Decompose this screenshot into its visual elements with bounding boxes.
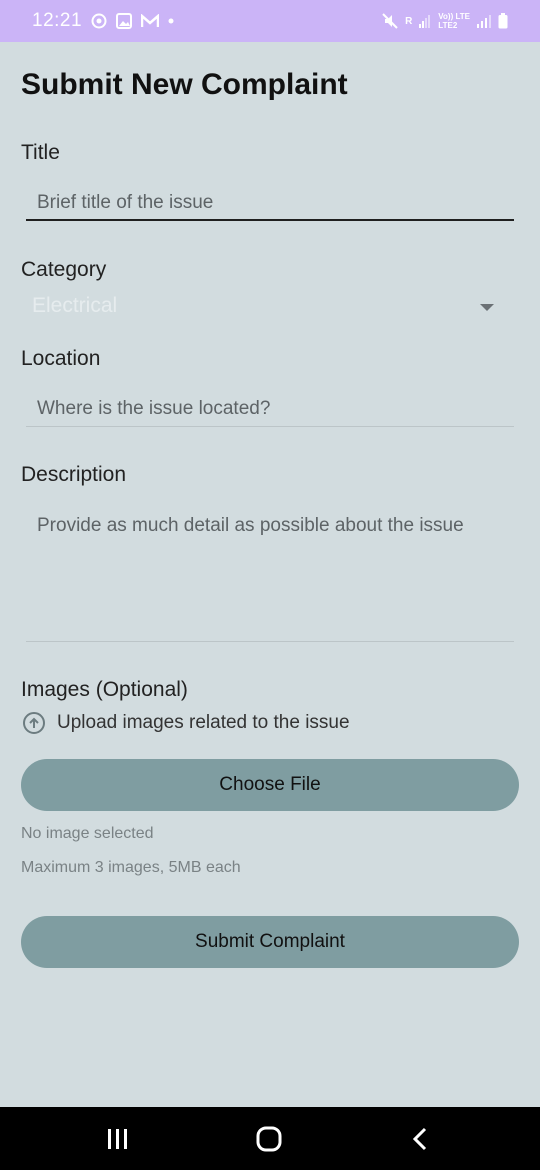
description-textarea[interactable] xyxy=(26,504,514,642)
upload-hint-row: Upload images related to the issue xyxy=(23,712,350,734)
battery-icon xyxy=(498,13,508,29)
sim-letter: R xyxy=(405,15,413,27)
location-input[interactable] xyxy=(26,392,514,427)
mute-icon xyxy=(382,13,398,29)
status-time: 12:21 xyxy=(32,10,83,31)
title-label: Title xyxy=(21,141,60,164)
no-image-text: No image selected xyxy=(21,825,154,842)
signal-icon-2 xyxy=(477,14,491,28)
category-label: Category xyxy=(21,258,107,281)
status-bar: 12:21 R Vo)) LTE LTE2 xyxy=(0,0,540,42)
signal-icon xyxy=(419,14,431,28)
description-label: Description xyxy=(21,463,127,486)
page-title: Submit New Complaint xyxy=(21,68,348,101)
category-value: Electrical xyxy=(32,294,118,317)
back-icon[interactable] xyxy=(380,1107,460,1170)
dot-icon xyxy=(168,18,174,24)
home-icon[interactable] xyxy=(229,1107,309,1170)
gmail-icon xyxy=(141,14,160,28)
navigation-bar xyxy=(0,1107,540,1170)
title-input[interactable] xyxy=(26,187,514,221)
submit-complaint-button[interactable]: Submit Complaint xyxy=(21,916,519,968)
recents-icon[interactable] xyxy=(78,1107,158,1170)
location-label: Location xyxy=(21,347,101,370)
gallery-icon xyxy=(116,13,133,29)
choose-file-button[interactable]: Choose File xyxy=(21,759,519,811)
category-select[interactable]: Electrical xyxy=(21,292,514,322)
network-type: Vo)) LTE LTE2 xyxy=(438,12,470,30)
dropdown-arrow-icon xyxy=(480,304,494,311)
upload-text: Upload images related to the issue xyxy=(57,712,350,733)
images-label: Images (Optional) xyxy=(21,678,188,701)
upload-icon xyxy=(23,712,45,734)
limit-text: Maximum 3 images, 5MB each xyxy=(21,859,241,876)
whatsapp-icon xyxy=(91,13,107,29)
